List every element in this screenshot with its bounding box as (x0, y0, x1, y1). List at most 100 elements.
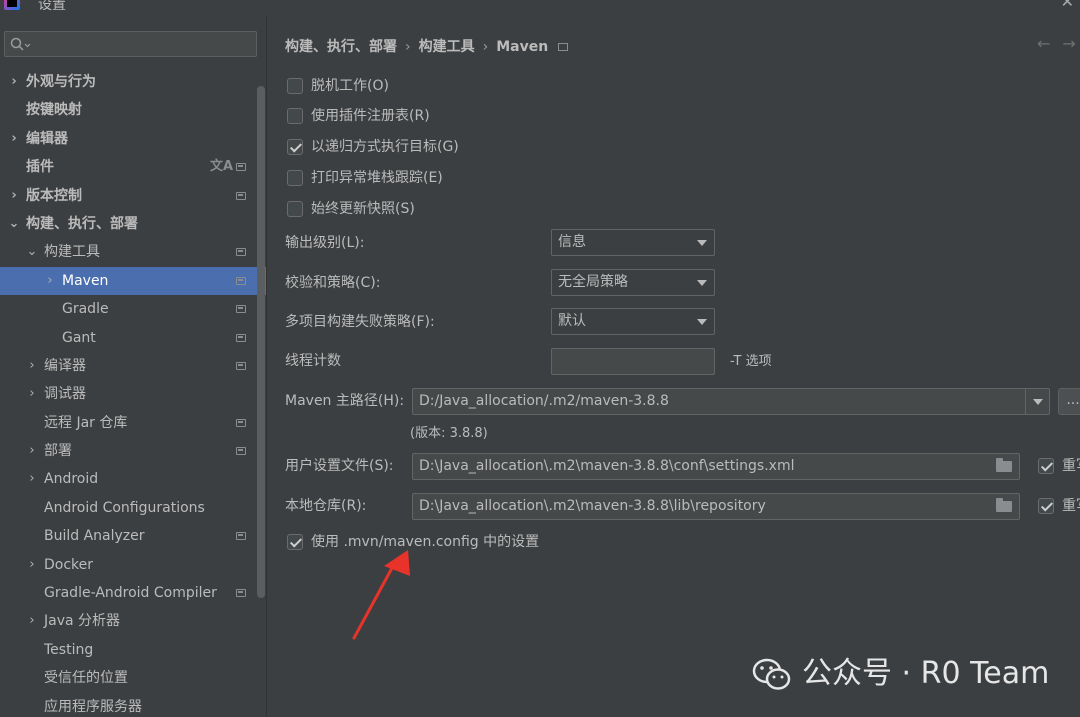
breadcrumb: 构建、执行、部署 › 构建工具 › Maven (285, 36, 569, 56)
user-settings-label: 用户设置文件(S): (285, 458, 394, 474)
sidebar-item-label: 应用程序服务器 (44, 698, 142, 715)
sidebar-item-label: 部署 (44, 443, 72, 460)
output-level-label: 输出级别(L): (285, 235, 365, 251)
sidebar-scrollbar[interactable] (257, 86, 265, 598)
checkbox-box[interactable] (287, 78, 303, 94)
chevron-right-icon[interactable]: › (44, 267, 56, 295)
project-level-icon (236, 276, 246, 285)
thread-count-label: 线程计数 (285, 353, 341, 369)
sidebar-item[interactable]: 远程 Jar 仓库 (0, 409, 256, 437)
chevron-down-icon[interactable]: ⌄ (26, 238, 38, 266)
checkbox-box-checked[interactable] (1038, 458, 1054, 474)
checksum-policy-label: 校验和策略(C): (285, 275, 381, 291)
sidebar-item-label: Testing (44, 641, 94, 658)
sidebar-item[interactable]: › 调试器 (0, 380, 256, 408)
maven-home-combobox[interactable]: D:/Java_allocation/.m2/maven-3.8.8 (412, 388, 1050, 415)
dropdown-arrow-icon (697, 319, 707, 325)
dropdown-arrow-icon (697, 240, 707, 246)
project-level-icon (236, 418, 246, 427)
checksum-policy-select[interactable]: 无全局策略 (551, 269, 715, 296)
sidebar-item-label: Maven (62, 272, 109, 289)
checkbox-box[interactable] (287, 201, 303, 217)
sidebar-item[interactable]: 按键映射 (0, 96, 256, 124)
checkbox-box[interactable] (287, 108, 303, 124)
project-level-icon (236, 333, 246, 342)
sidebar-item[interactable]: Testing (0, 636, 256, 664)
sidebar-item-label: 构建、执行、部署 (26, 215, 138, 232)
chevron-right-icon[interactable]: › (8, 182, 20, 210)
sidebar-item[interactable]: ⌄ 构建工具 (0, 238, 256, 266)
sidebar-item[interactable]: › Maven (0, 266, 266, 296)
local-repo-value: D:\Java_allocation\.m2\maven-3.8.8\lib\r… (419, 498, 766, 514)
sidebar-item-label: Docker (44, 556, 94, 573)
chevron-right-icon[interactable]: › (8, 68, 20, 96)
sidebar-item[interactable]: › 编辑器 (0, 125, 256, 153)
multiproject-fail-select[interactable]: 默认 (551, 308, 715, 335)
sidebar-item-label: 受信任的位置 (44, 670, 128, 687)
chevron-right-icon[interactable]: › (8, 125, 20, 153)
checkbox-box-checked[interactable] (287, 534, 303, 550)
local-repo-label: 本地仓库(R): (285, 498, 367, 514)
sidebar-item-label: Gradle (62, 301, 109, 318)
multiproject-fail-label: 多项目构建失败策略(F): (285, 314, 435, 330)
sidebar-item[interactable]: Gradle-Android Compiler (0, 579, 256, 607)
project-level-icon (236, 361, 246, 370)
sidebar-item[interactable]: ⌄ 构建、执行、部署 (0, 210, 256, 238)
breadcrumb-current: Maven (496, 39, 549, 55)
sidebar-item[interactable]: Gant (0, 324, 256, 352)
folder-icon[interactable] (996, 498, 1012, 512)
sidebar-item[interactable]: › Docker (0, 551, 256, 579)
sidebar-item-label: 编辑器 (26, 130, 68, 147)
chevron-right-icon[interactable]: › (26, 465, 38, 493)
sidebar-item[interactable]: Build Analyzer (0, 522, 256, 550)
app-icon (4, 0, 20, 10)
checkbox-box-checked[interactable] (1038, 498, 1054, 514)
output-level-select[interactable]: 信息 (551, 229, 715, 256)
sidebar-item-label: Gradle-Android Compiler (44, 585, 217, 602)
sidebar-item[interactable]: › 部署 (0, 437, 256, 465)
sidebar-item[interactable]: 应用程序服务器 (0, 693, 256, 717)
folder-icon[interactable] (996, 458, 1012, 472)
chevron-right-icon[interactable]: › (26, 437, 38, 465)
project-level-icon (236, 532, 246, 541)
thread-count-input[interactable] (551, 348, 715, 375)
checkbox-box[interactable] (287, 170, 303, 186)
sidebar-item-label: 编译器 (44, 357, 86, 374)
sidebar-item-label: Build Analyzer (44, 528, 145, 545)
browse-button[interactable]: ... (1058, 388, 1080, 415)
chevron-down-icon[interactable]: ⌄ (8, 210, 20, 238)
sidebar-item[interactable]: › 编译器 (0, 352, 256, 380)
sidebar-item[interactable]: › Java 分析器 (0, 607, 256, 635)
breadcrumb-item[interactable]: 构建工具 (419, 39, 475, 55)
search-input[interactable] (4, 31, 257, 57)
wechat-icon (752, 658, 791, 690)
checkbox-box-checked[interactable] (287, 139, 303, 155)
sidebar-item[interactable]: › Android (0, 465, 256, 493)
maven-version-text: (版本: 3.8.8) (410, 426, 488, 441)
sidebar-item-label: 调试器 (44, 386, 86, 403)
sidebar-item[interactable]: › 版本控制 (0, 182, 256, 210)
checksum-policy-value: 无全局策略 (558, 274, 628, 290)
chevron-right-icon[interactable]: › (26, 607, 38, 635)
sidebar-item[interactable]: 插件 文A (0, 153, 256, 181)
chevron-right-icon[interactable]: › (26, 380, 38, 408)
local-repo-field[interactable]: D:\Java_allocation\.m2\maven-3.8.8\lib\r… (412, 493, 1020, 520)
chevron-right-icon[interactable]: › (26, 352, 38, 380)
sidebar-item-label: 外观与行为 (26, 74, 96, 90)
close-icon[interactable]: ✕ (1061, 0, 1074, 11)
user-settings-field[interactable]: D:\Java_allocation\.m2\maven-3.8.8\conf\… (412, 453, 1020, 480)
breadcrumb-item[interactable]: 构建、执行、部署 (285, 39, 397, 55)
sidebar-item[interactable]: Android Configurations (0, 494, 256, 522)
sidebar-item[interactable]: 受信任的位置 (0, 664, 256, 692)
project-level-icon (236, 589, 246, 598)
output-level-value: 信息 (558, 234, 586, 250)
sidebar-item-label: 版本控制 (26, 187, 82, 204)
sidebar-item-label: 构建工具 (44, 244, 100, 261)
forward-arrow-icon[interactable]: → (1062, 34, 1080, 53)
dropdown-arrow-icon[interactable] (1025, 389, 1049, 414)
sidebar-item[interactable]: Gradle (0, 295, 256, 323)
sidebar-item[interactable]: › 外观与行为 (0, 68, 256, 96)
chevron-right-icon[interactable]: › (26, 551, 38, 579)
sidebar-item-label: 按键映射 (26, 102, 82, 119)
back-arrow-icon[interactable]: ← (1037, 34, 1062, 53)
